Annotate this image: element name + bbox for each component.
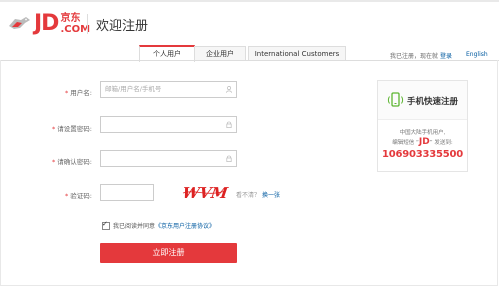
logo-jd-text: JD [34, 11, 59, 36]
sms-instruction: 编辑短信 “JD” 发送到: [392, 137, 453, 147]
captcha-image[interactable]: WVM [181, 183, 231, 201]
confirm-password-input[interactable] [100, 150, 237, 167]
username-placeholder: 邮箱/用户名/手机号 [105, 85, 162, 93]
username-label: * 用户名: [65, 89, 92, 97]
have-account-text: 我已注册，现在就 [390, 53, 439, 60]
jd-logo[interactable]: JD 京东 .COM [6, 10, 90, 38]
logo-com-text: .COM [60, 23, 91, 35]
captcha-hint-text: 看不清？ [236, 192, 261, 199]
tab-international[interactable]: International Customers [248, 46, 346, 61]
captcha-image-text: WVM [181, 184, 230, 201]
required-mark: * [52, 125, 56, 133]
required-mark: * [65, 192, 69, 200]
agreement-row: 我已阅读并同意 《京东用户注册协议》 [102, 220, 215, 230]
captcha-label: * 验证码: [65, 192, 92, 200]
sms-number: 106903335500 [381, 149, 464, 160]
quick-register-header: 手机快速注册 [378, 81, 467, 120]
captcha-input[interactable] [100, 184, 154, 201]
user-icon [226, 86, 232, 93]
confirm-password-label: * 请确认密码: [52, 158, 92, 166]
agreement-checkbox[interactable] [102, 220, 110, 230]
login-link[interactable]: 登录 [440, 53, 452, 60]
agreement-link[interactable]: 《京东用户注册协议》 [155, 221, 215, 230]
captcha-refresh-link[interactable]: 换一张 [262, 192, 280, 199]
agreement-text: 我已阅读并同意 [113, 223, 156, 230]
captcha-hint: 看不清？ 换一张 [236, 190, 280, 199]
register-button[interactable]: 立即注册 [100, 243, 237, 263]
english-link[interactable]: English [466, 51, 488, 58]
lock-icon [226, 121, 232, 128]
jd-dog-icon [6, 14, 32, 34]
login-prompt: 我已注册，现在就 登录 [390, 51, 452, 60]
quick-register-instructions: 中国大陆手机用户, [399, 130, 446, 136]
mobile-phone-icon [387, 92, 404, 107]
top-border [0, 0, 499, 2]
username-input[interactable]: 邮箱/用户名/手机号 [100, 81, 237, 98]
sms-keyword: JD [418, 137, 430, 147]
logo-cn-text: 京东 [60, 12, 81, 24]
password-input[interactable] [100, 116, 237, 133]
page-title: 欢迎注册 [96, 19, 149, 34]
lock-icon [226, 155, 232, 162]
required-mark: * [52, 158, 56, 166]
tab-enterprise[interactable]: 企业用户 [194, 46, 246, 61]
password-label: * 请设置密码: [52, 125, 92, 133]
header-divider [87, 14, 88, 34]
quick-register-title: 手机快速注册 [407, 97, 459, 107]
required-mark: * [65, 89, 69, 97]
quick-register-panel: 手机快速注册 中国大陆手机用户, 编辑短信 “JD” 发送到: 10690333… [377, 80, 468, 172]
